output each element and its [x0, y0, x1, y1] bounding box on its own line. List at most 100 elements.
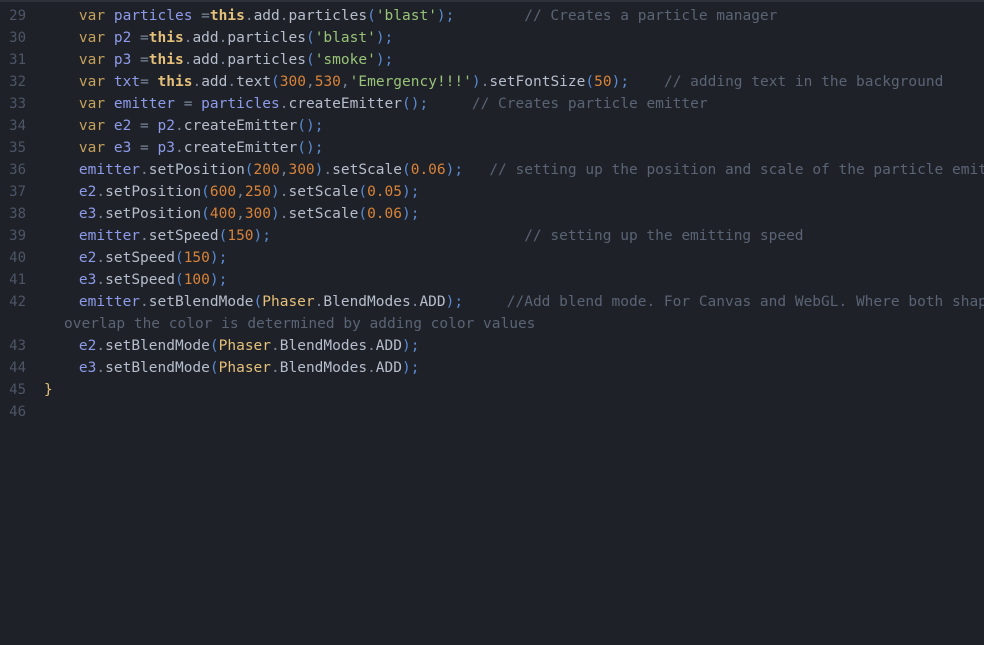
token-operator: =: [131, 30, 149, 46]
token-number: 400: [209, 206, 237, 222]
code-line[interactable]: 30 var p2 =this.add.particles('blast');: [0, 27, 984, 49]
code-line[interactable]: 35 var e3 = p3.createEmitter();: [0, 137, 984, 159]
token-punct: ;: [262, 228, 272, 244]
code-line-content[interactable]: var p2 =this.add.particles('blast');: [36, 27, 984, 49]
code-line-content[interactable]: var particles =this.add.particles('blast…: [36, 5, 984, 27]
code-line-content[interactable]: var emitter = particles.createEmitter();…: [36, 93, 984, 115]
token-variable: emitter: [78, 228, 141, 244]
token-variable: emitter: [78, 162, 141, 178]
token-number: 300: [279, 74, 306, 90]
token-punct: ): [436, 8, 446, 24]
token-number: 50: [594, 74, 612, 90]
code-editor[interactable]: 29 var particles =this.add.particles('bl…: [0, 0, 984, 645]
code-line[interactable]: 33 var emitter = particles.createEmitter…: [0, 93, 984, 115]
line-number: 37: [9, 184, 26, 200]
code-line-content[interactable]: e2.setBlendMode(Phaser.BlendModes.ADD);: [36, 335, 984, 357]
token-variable: e3: [78, 360, 97, 376]
token-number: 150: [227, 228, 254, 244]
token-number: 200: [253, 162, 280, 178]
token-variable: emitter: [78, 294, 141, 310]
token-comment: // setting up the position and scale of …: [489, 162, 984, 178]
code-line[interactable]: 44 e3.setBlendMode(Phaser.BlendModes.ADD…: [0, 357, 984, 379]
token-dot: .: [227, 74, 237, 90]
token-variable: p3: [113, 52, 132, 68]
code-line-content[interactable]: e3.setPosition(400,300).setScale(0.06);: [36, 203, 984, 225]
token-property: ADD: [419, 294, 446, 310]
code-line[interactable]: 32 var txt= this.add.text(300,530,'Emerg…: [0, 71, 984, 93]
code-line-content[interactable]: var p3 =this.add.particles('smoke');: [36, 49, 984, 71]
token-var: var: [78, 140, 106, 156]
code-line-content[interactable]: overlap the color is determined by addin…: [36, 313, 984, 335]
token-punct: ): [271, 206, 280, 222]
code-line[interactable]: 38 e3.setPosition(400,300).setScale(0.06…: [0, 203, 984, 225]
code-line[interactable]: 31 var p3 =this.add.particles('smoke');: [0, 49, 984, 71]
token-punct: ;: [410, 338, 420, 354]
code-line[interactable]: 40 e2.setSpeed(150);: [0, 247, 984, 269]
token-number: 100: [183, 272, 210, 288]
code-line-content[interactable]: var e2 = p2.createEmitter();: [36, 115, 984, 137]
token-punct: ): [209, 250, 219, 266]
token-method: createEmitter: [288, 96, 402, 112]
code-line-content[interactable]: emitter.setPosition(200,300).setScale(0.…: [36, 159, 984, 181]
line-number: 42: [9, 294, 26, 310]
code-line[interactable]: 42 emitter.setBlendMode(Phaser.BlendMode…: [0, 291, 984, 313]
code-line-content[interactable]: }: [36, 379, 984, 401]
token-comment: //Add blend mode. For Canvas and WebGL. …: [506, 294, 984, 310]
token-dot: ,: [305, 74, 315, 90]
code-line-content[interactable]: var e3 = p3.createEmitter();: [36, 137, 984, 159]
token-method: setSpeed: [105, 250, 175, 266]
token-variable: e3: [78, 272, 97, 288]
token-punct: (: [401, 96, 411, 112]
line-number: 33: [9, 96, 26, 112]
token-property: add: [201, 74, 228, 90]
code-line-content[interactable]: emitter.setSpeed(150); // setting up the…: [36, 225, 984, 247]
token-dot: .: [279, 206, 289, 222]
code-line[interactable]: 36 emitter.setPosition(200,300).setScale…: [0, 159, 984, 181]
code-line[interactable]: 34 var e2 = p2.createEmitter();: [0, 115, 984, 137]
token-method: setPosition: [148, 162, 245, 178]
code-line-content[interactable]: e2.setPosition(600,250).setScale(0.05);: [36, 181, 984, 203]
token-punct: ): [271, 184, 280, 200]
token-var: var: [78, 8, 106, 24]
code-line-content[interactable]: var txt= this.add.text(300,530,'Emergenc…: [36, 71, 984, 93]
token-punct: ): [402, 206, 411, 222]
code-line[interactable]: 45}: [0, 379, 984, 401]
token-punct: (: [201, 206, 210, 222]
token-punct: (: [585, 74, 595, 90]
token-this: this: [148, 52, 184, 68]
token-punct: (: [297, 140, 306, 156]
code-line[interactable]: 37 e2.setPosition(600,250).setScale(0.05…: [0, 181, 984, 203]
code-line[interactable]: 46: [0, 401, 984, 423]
token-operator: =: [192, 8, 210, 24]
token-operator: =: [131, 140, 158, 156]
code-line-content[interactable]: e3.setBlendMode(Phaser.BlendModes.ADD);: [36, 357, 984, 379]
code-line-content[interactable]: e2.setSpeed(150);: [36, 247, 984, 269]
token-dot: .: [367, 360, 376, 376]
token-punct: (: [358, 184, 368, 200]
code-line[interactable]: 29 var particles =this.add.particles('bl…: [0, 5, 984, 27]
code-lines-container[interactable]: 29 var particles =this.add.particles('bl…: [0, 2, 984, 423]
code-line-content[interactable]: e3.setSpeed(100);: [36, 269, 984, 291]
token-method: createEmitter: [183, 140, 298, 156]
code-line[interactable]: 43 e2.setBlendMode(Phaser.BlendModes.ADD…: [0, 335, 984, 357]
token-punct: ;: [620, 74, 630, 90]
token-dot: ,: [236, 206, 245, 222]
token-punct: ): [305, 118, 315, 134]
token-class: Phaser: [218, 338, 272, 354]
code-line-content[interactable]: emitter.setBlendMode(Phaser.BlendModes.A…: [36, 291, 984, 313]
token-property: particles: [227, 30, 306, 46]
code-line[interactable]: 39 emitter.setSpeed(150); // setting up …: [0, 225, 984, 247]
code-line-wrapped[interactable]: overlap the color is determined by addin…: [0, 313, 984, 335]
token-punct: (: [367, 8, 376, 24]
line-number: 40: [9, 250, 26, 266]
code-line[interactable]: 41 e3.setSpeed(100);: [0, 269, 984, 291]
token-punct: ;: [410, 184, 420, 200]
